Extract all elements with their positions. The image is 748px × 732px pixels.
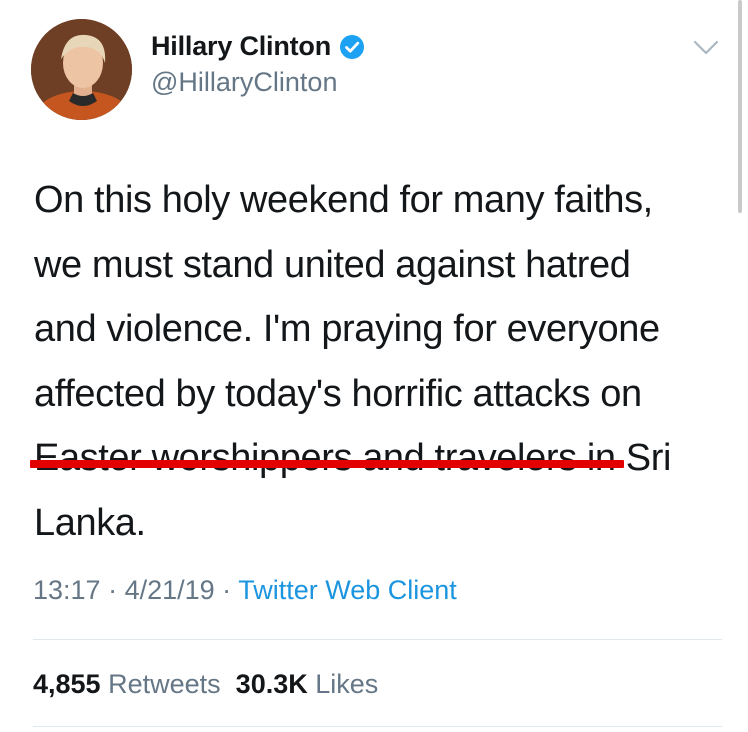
avatar[interactable] xyxy=(31,19,132,120)
retweets-count: 4,855 xyxy=(33,669,101,699)
author-handle[interactable]: @HillaryClinton xyxy=(151,67,337,98)
tweet-line: On this holy weekend for many faiths, xyxy=(34,179,653,221)
tweet-stats: 4,855 Retweets 30.3K Likes xyxy=(33,669,378,700)
divider xyxy=(33,639,722,640)
retweets-stat[interactable]: 4,855 Retweets xyxy=(33,669,221,699)
red-underline-annotation xyxy=(30,460,624,468)
tweet-line: and violence. I'm praying for everyone xyxy=(34,308,660,350)
tweet-time: 13:17 xyxy=(33,575,101,605)
author-header: Hillary Clinton xyxy=(151,31,365,62)
meta-separator: · xyxy=(214,575,239,605)
tweet-meta: 13:17 · 4/21/19 · Twitter Web Client xyxy=(33,575,457,606)
likes-count: 30.3K xyxy=(235,669,308,699)
tweet-line: we must stand united against hatred xyxy=(34,243,631,286)
divider xyxy=(33,726,722,727)
scrollbar[interactable] xyxy=(738,0,742,213)
tweet-client-link[interactable]: Twitter Web Client xyxy=(238,575,457,605)
tweet-date: 4/21/19 xyxy=(124,575,215,605)
likes-stat[interactable]: 30.3K Likes xyxy=(236,669,379,699)
tweet-line: Easter worshippers and travelers in Sri xyxy=(34,437,672,479)
meta-separator: · xyxy=(100,575,125,605)
author-name[interactable]: Hillary Clinton xyxy=(151,31,331,62)
tweet-line: affected by today's horrific attacks on xyxy=(34,372,642,415)
retweets-label: Retweets xyxy=(108,669,221,699)
tweet-line: Lanka. xyxy=(34,501,146,544)
chevron-down-icon[interactable] xyxy=(693,39,719,57)
tweet-text: On this holy weekend for many faiths, we… xyxy=(34,168,724,555)
likes-label: Likes xyxy=(315,669,379,699)
verified-badge-icon xyxy=(340,34,365,59)
